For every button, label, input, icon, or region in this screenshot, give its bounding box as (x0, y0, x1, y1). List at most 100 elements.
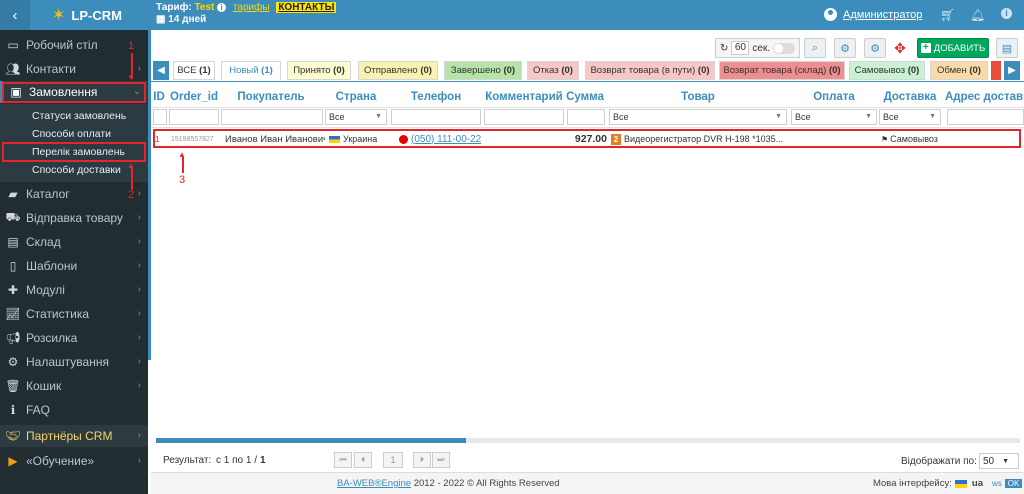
brand-link[interactable]: BA-WEB®Engine (337, 478, 411, 489)
col-country[interactable]: Страна (325, 87, 387, 107)
sidebar-item-label: Партнёры CRM (26, 429, 113, 443)
sidebar-item-desktop[interactable]: ▭ Робочий стіл (0, 34, 148, 56)
back-chevron-icon[interactable]: ‹ (0, 0, 30, 30)
scrollbar-thumb[interactable] (156, 438, 466, 443)
next-page-icon: ⏵ (420, 455, 424, 464)
tariffs-link[interactable]: тарифы (233, 2, 270, 13)
lang-ok-button[interactable]: OK (1004, 479, 1023, 488)
refresh-icon[interactable]: ↻ (720, 43, 728, 54)
settings-button[interactable]: ⚙ (834, 38, 856, 58)
col-delivery[interactable]: Доставка (879, 87, 941, 107)
ukraine-flag-icon (954, 479, 967, 488)
admin-menu[interactable]: Администратор (824, 8, 922, 21)
filter-order-id[interactable] (169, 109, 219, 125)
filter-country[interactable]: Все ▼ (325, 109, 387, 125)
bell-icon[interactable]: 🔔︎ (970, 8, 985, 22)
col-customer[interactable]: Покупатель (221, 87, 321, 107)
logo-star-icon: ✶ (52, 7, 66, 24)
filter-phone[interactable] (391, 109, 481, 125)
col-address[interactable]: Адрес доставки (945, 87, 1024, 107)
tabs-next-button[interactable]: ▶ (1004, 61, 1020, 80)
tab-pickup[interactable]: Самовывоз (0) (849, 61, 925, 80)
sidebar-item-shipping[interactable]: ⛟ Відправка товару › (0, 207, 148, 229)
chevron-right-icon: › (137, 380, 141, 391)
col-order-id[interactable]: Order_id (169, 87, 219, 107)
filter-customer[interactable] (221, 109, 323, 125)
sidebar-item-templates[interactable]: ▯ Шаблони › (0, 255, 148, 277)
tabs-prev-button[interactable]: ◀ (153, 61, 169, 80)
cart-icon[interactable]: 🛒︎ (940, 8, 955, 22)
submenu-payment-methods[interactable]: Способи оплати (0, 125, 148, 143)
sidebar-item-warehouse[interactable]: ▤ Склад › (0, 231, 148, 253)
filter-address[interactable] (947, 109, 1024, 125)
last-page-button[interactable]: ⏭ (432, 452, 450, 468)
tab-more[interactable] (991, 61, 1001, 80)
tab-count: (1) (261, 65, 273, 76)
trash-icon: 🗑︎ (5, 379, 21, 393)
columns-settings-button[interactable]: ⚙ (864, 38, 886, 58)
refresh-interval-input[interactable]: 60 (731, 41, 750, 55)
sidebar-item-partners[interactable]: 🤝︎ Партнёры CRM › (0, 425, 148, 447)
tab-sent[interactable]: Отправлено (0) (358, 61, 438, 80)
filter-product[interactable]: Все ▼ (609, 109, 787, 125)
sidebar-item-training[interactable]: ▶ «Обучение» › (0, 450, 148, 472)
lang-ws[interactable]: ws (992, 479, 1002, 488)
info-icon[interactable]: i (217, 3, 227, 12)
tariff-info: Тариф: Test i тарифы КОНТАКТЫ ▦ 14 дней (156, 2, 337, 26)
tab-exchange[interactable]: Обмен (0) (930, 61, 988, 80)
auto-refresh-toggle[interactable] (773, 42, 796, 54)
sidebar-item-label: FAQ (26, 403, 51, 417)
col-sum[interactable]: Сумма (565, 87, 605, 107)
tab-refused[interactable]: Отказ (0) (527, 61, 579, 80)
per-page-select[interactable]: 50 ▼ (979, 453, 1019, 469)
search-button[interactable]: ⌕ (804, 38, 826, 58)
tab-new[interactable]: Новый (1) (221, 61, 281, 80)
nova-poshta-button[interactable]: ✥ (888, 38, 912, 58)
submenu-delivery-methods[interactable]: Способи доставки (0, 161, 148, 179)
sidebar-item-mailing[interactable]: 📢︎ Розсилка › (0, 327, 148, 349)
tab-label: Обмен (937, 65, 967, 76)
sidebar-item-label: Склад (26, 235, 61, 249)
sidebar-item-label: Контакти (26, 62, 76, 76)
sidebar-item-statistics[interactable]: 📈︎ Статистика › (0, 303, 148, 325)
col-product[interactable]: Товар (609, 87, 787, 107)
tab-label: Самовывоз (854, 65, 906, 76)
tab-return-in-transit[interactable]: Возврат товара (в пути) (0) (585, 61, 715, 80)
chevron-left-icon: ◀ (157, 65, 165, 76)
add-order-button[interactable]: + ДОБАВИТЬ (917, 38, 989, 58)
logo[interactable]: ✶ LP-CRM (30, 0, 148, 30)
page-number-1[interactable]: 1 (383, 452, 403, 468)
tab-return-warehouse[interactable]: Возврат товара (склад) (0) (719, 61, 845, 80)
col-payment[interactable]: Оплата (791, 87, 877, 107)
prev-page-button[interactable]: ⏴ (354, 452, 372, 468)
tab-completed[interactable]: Завершено (0) (444, 61, 522, 80)
lang-ua[interactable]: ua (972, 478, 983, 489)
info-circle-icon[interactable]: i (1001, 8, 1012, 19)
tab-accepted[interactable]: Принято (0) (287, 61, 351, 80)
sidebar-item-contacts[interactable]: 👥︎ Контакти › (0, 58, 148, 80)
col-phone[interactable]: Телефон (391, 87, 481, 107)
filter-id[interactable] (153, 109, 167, 125)
submenu-order-statuses[interactable]: Статуси замовлень (0, 107, 148, 125)
copyright-text: 2012 - 2022 © All Rights Reserved (413, 478, 560, 489)
sidebar-item-trash[interactable]: 🗑︎ Кошик › (0, 375, 148, 397)
filter-comment[interactable] (484, 109, 564, 125)
filter-sum[interactable] (567, 109, 605, 125)
contacts-link[interactable]: КОНТАКТЫ (276, 2, 337, 13)
sidebar-item-settings[interactable]: ⚙ Налаштування › (0, 351, 148, 373)
first-page-button[interactable]: ⏮ (334, 452, 352, 468)
box-icon: ▰ (8, 187, 18, 201)
export-button[interactable]: ▤ (996, 38, 1018, 58)
main-content: ↻ 60 сек. ⌕ ⚙ ⚙ ✥ + ДОБАВИТЬ ▤ ◀ ВСЕ (1) … (151, 30, 1024, 494)
horizontal-scrollbar[interactable] (156, 438, 1020, 443)
tab-all[interactable]: ВСЕ (1) (173, 61, 215, 80)
sidebar-item-faq[interactable]: ℹ FAQ (0, 399, 148, 421)
next-page-button[interactable]: ⏵ (413, 452, 431, 468)
col-id[interactable]: ID (151, 87, 167, 107)
sidebar-item-catalog[interactable]: ▰ Каталог › (0, 183, 148, 205)
filter-payment[interactable]: Все ▼ (791, 109, 877, 125)
filter-delivery[interactable]: Все ▼ (879, 109, 941, 125)
sidebar-item-modules[interactable]: ✚ Модулі › (0, 279, 148, 301)
col-comment[interactable]: Комментарий (484, 87, 564, 107)
auto-refresh-control: ↻ 60 сек. (715, 38, 801, 58)
